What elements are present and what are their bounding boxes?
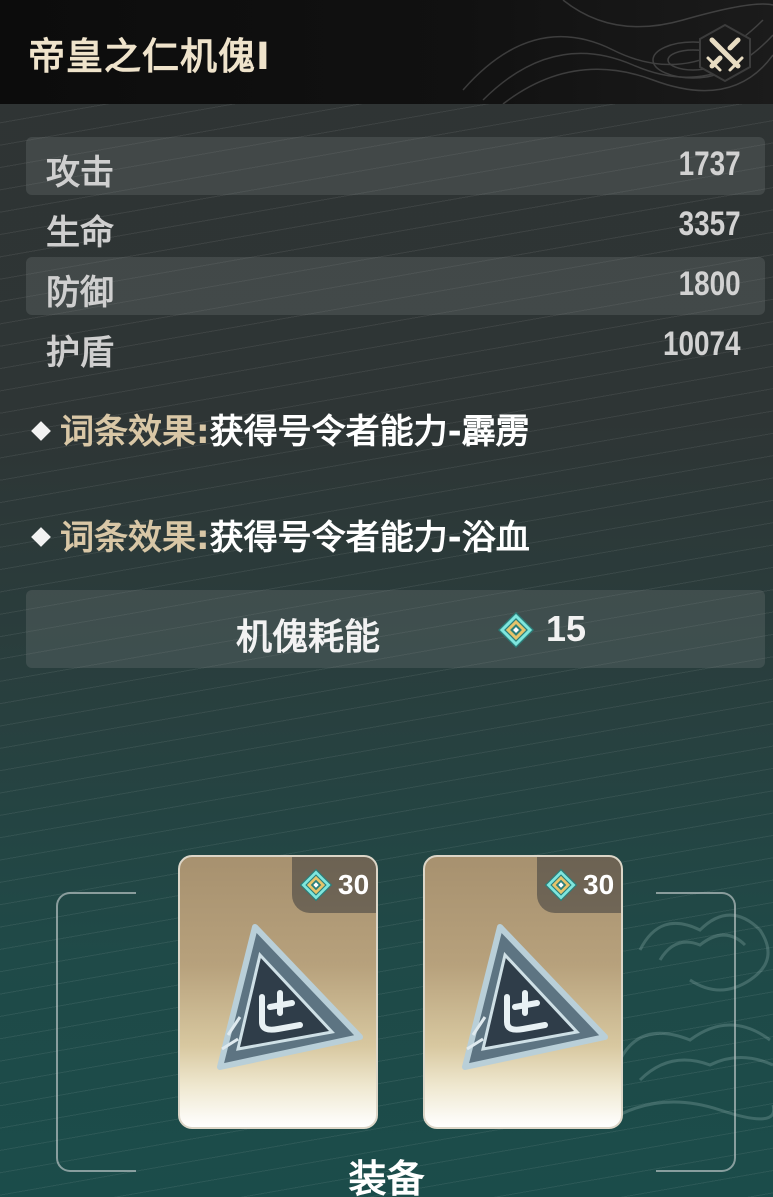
card-cost-badge: 30 [292, 857, 376, 913]
triangle-rune-stone-icon [217, 924, 363, 1070]
effect-value: 获得号令者能力-霹雳 [209, 412, 530, 452]
effect-key: 词条效果: [60, 518, 210, 558]
diamond-bullet-icon [31, 526, 51, 547]
stat-row-defense: 防御 1800 [26, 257, 765, 315]
stat-label: 护盾 [46, 333, 114, 373]
title-bar: 帝皇之仁机傀I [0, 0, 773, 104]
energy-gem-icon [498, 612, 534, 648]
stat-row-attack: 攻击 1737 [26, 137, 765, 195]
crossed-swords-button[interactable] [694, 22, 756, 84]
stat-label: 攻击 [46, 153, 114, 193]
energy-cost-value: 15 [546, 608, 587, 649]
stat-label: 生命 [46, 213, 114, 253]
equip-frame-left [56, 892, 136, 1172]
stat-value: 1800 [678, 265, 741, 303]
energy-gem-icon [299, 868, 333, 902]
energy-cost-bar: 机傀耗能 15 [26, 590, 765, 668]
diamond-bullet-icon [31, 420, 51, 441]
stat-value: 10074 [663, 325, 741, 363]
effect-line: 词条效果:获得号令者能力-浴血 [30, 510, 530, 558]
energy-cost-label: 机傀耗能 [236, 617, 381, 658]
equip-frame-right [656, 892, 736, 1172]
stat-value: 1737 [678, 145, 741, 183]
energy-gem-icon [544, 868, 578, 902]
equip-card[interactable]: 30 [178, 855, 378, 1129]
effect-key: 词条效果: [60, 412, 210, 452]
crossed-swords-icon [699, 23, 751, 83]
stat-label: 防御 [46, 273, 114, 313]
effect-line: 词条效果:获得号令者能力-霹雳 [30, 404, 530, 452]
stat-row-shield: 护盾 10074 [26, 317, 765, 375]
stat-value: 3357 [678, 205, 741, 243]
page-title: 帝皇之仁机傀I [28, 35, 271, 78]
card-cost-badge: 30 [537, 857, 621, 913]
stat-row-hp: 生命 3357 [26, 197, 765, 255]
equip-card[interactable]: 30 [423, 855, 623, 1129]
triangle-rune-stone-icon [462, 924, 608, 1070]
equip-label: 装备 [348, 1157, 425, 1197]
card-cost-value: 30 [338, 869, 370, 900]
effect-value: 获得号令者能力-浴血 [209, 518, 530, 558]
card-cost-value: 30 [583, 869, 615, 900]
